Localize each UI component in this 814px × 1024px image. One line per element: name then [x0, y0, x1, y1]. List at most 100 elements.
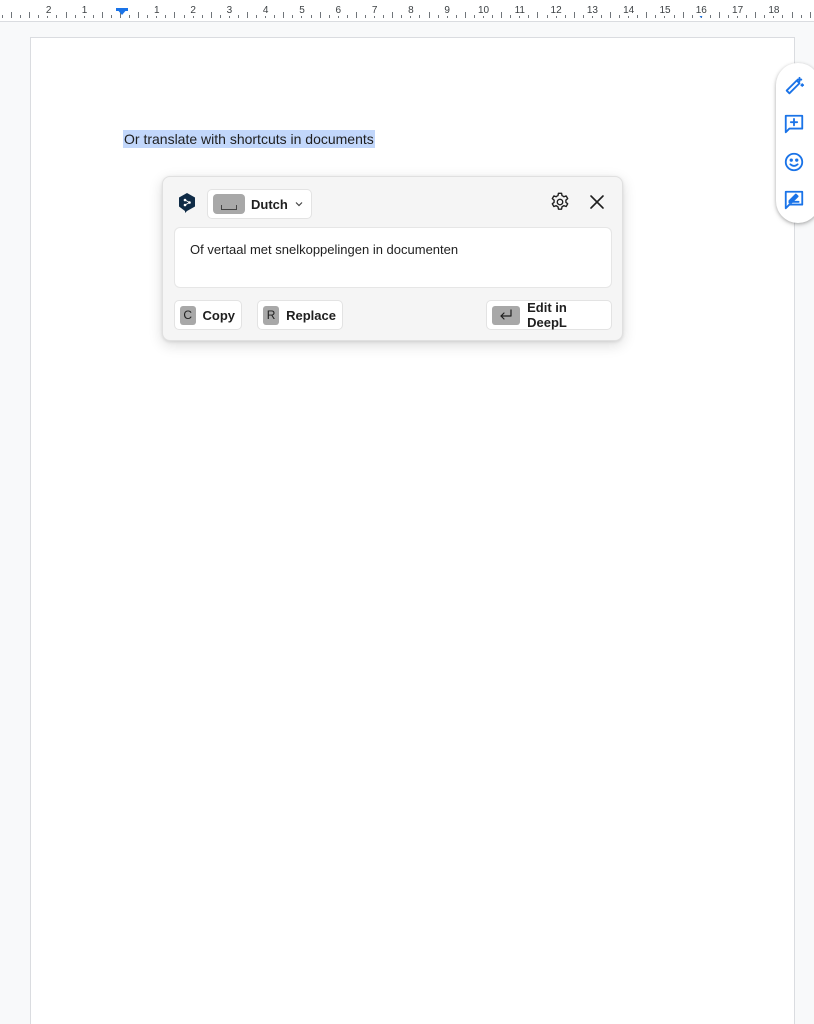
- ruler-tick: [219, 15, 221, 18]
- ruler-tick: [691, 15, 693, 18]
- ruler-tick: [610, 12, 612, 18]
- deepl-logo-icon: [179, 193, 195, 213]
- ruler-tick: [174, 12, 176, 18]
- ruler-tick: [165, 15, 167, 18]
- ruler-tick: [791, 12, 793, 18]
- ruler-label: 17: [731, 5, 745, 16]
- ruler-tick: [437, 15, 439, 18]
- emoji-icon: [784, 152, 804, 172]
- ruler-label: 7: [370, 5, 379, 16]
- ruler-tick: [492, 15, 494, 18]
- add-comment-icon: [784, 114, 804, 134]
- ruler-tick: [655, 15, 657, 18]
- ruler-tick: [237, 15, 239, 18]
- copy-button-label: Copy: [202, 307, 236, 323]
- ruler-tick: [310, 15, 312, 18]
- ruler-tick: [65, 12, 67, 18]
- ruler-tick: [201, 15, 203, 18]
- ruler-tick: [764, 15, 766, 18]
- ruler-tick: [510, 15, 512, 18]
- ruler-tick: [11, 12, 13, 18]
- ruler-tick: [528, 15, 530, 18]
- magic-pen-button[interactable]: [781, 73, 807, 99]
- enter-key-icon: [492, 305, 521, 325]
- ruler-tick: [546, 15, 548, 18]
- ruler-tick: [20, 15, 22, 18]
- translation-text: Of vertaal met snelkoppelingen in docume…: [190, 242, 459, 257]
- replace-button-label: Replace: [286, 307, 336, 323]
- replace-button[interactable]: R Replace: [257, 300, 343, 330]
- ruler-tick: [2, 15, 3, 18]
- ruler-label: 13: [585, 5, 599, 16]
- ruler-label: 1: [80, 5, 89, 16]
- ruler-tick: [401, 15, 403, 18]
- spacebar-key-icon: [213, 194, 245, 214]
- ruler-tick: [283, 12, 285, 18]
- close-icon[interactable]: [587, 192, 607, 212]
- ruler-tick: [582, 15, 584, 18]
- gear-icon[interactable]: [549, 191, 571, 213]
- ruler-tick: [619, 15, 621, 18]
- ruler-tick: [473, 15, 475, 18]
- ruler-label: 15: [658, 5, 672, 16]
- target-language-label: Dutch: [251, 196, 288, 212]
- ruler-tick: [110, 15, 112, 18]
- ruler-tick: [573, 12, 575, 18]
- ruler-tick: [101, 12, 103, 18]
- ruler-tick: [673, 15, 675, 18]
- ruler-label: 11: [513, 5, 526, 16]
- ruler-label: 12: [549, 5, 563, 16]
- ruler-tick: [292, 15, 294, 18]
- ruler-label: 14: [622, 5, 636, 16]
- selected-text[interactable]: Or translate with shortcuts in documents: [123, 130, 375, 148]
- copy-button[interactable]: C Copy: [174, 300, 242, 330]
- add-comment-button[interactable]: [781, 111, 807, 137]
- translation-result[interactable]: Of vertaal met snelkoppelingen in docume…: [174, 227, 612, 288]
- ruler-tick: [365, 15, 366, 18]
- ruler-tick: [74, 15, 76, 18]
- ruler-tick: [392, 12, 394, 18]
- ruler-tick: [809, 12, 811, 18]
- ruler-tick: [682, 12, 684, 18]
- ruler-label: 2: [189, 5, 197, 16]
- ruler-tick: [138, 12, 140, 18]
- edit-in-deepl-label: Edit in DeepL: [527, 300, 567, 330]
- horizontal-ruler[interactable]: 2 1 1 2 3 4 5 6 7 8 9 10 11 12 13 14 15 16 17 18: [0, 0, 814, 22]
- ruler-tick: [755, 12, 757, 18]
- ruler-tick: [728, 15, 729, 18]
- ruler-tick: [147, 15, 149, 18]
- ruler-tick: [718, 12, 720, 18]
- side-toolbar: [776, 63, 814, 223]
- ruler-tick: [600, 15, 602, 18]
- ruler-tick: [428, 12, 430, 18]
- ruler-label: 10: [476, 5, 491, 16]
- emoji-reaction-button[interactable]: [781, 149, 807, 175]
- ruler-tick: [637, 15, 639, 18]
- ruler-tick: [92, 15, 94, 18]
- chevron-down-icon: [295, 202, 303, 207]
- ruler-label: 18: [767, 5, 781, 16]
- ruler-label: 9: [443, 5, 451, 16]
- ruler-tick: [501, 12, 503, 18]
- ruler-tick: [328, 15, 330, 18]
- ruler-tick: [38, 15, 40, 18]
- ruler-label: 16: [694, 5, 708, 16]
- ruler-tick: [782, 15, 784, 18]
- ruler-label: 1: [153, 5, 161, 16]
- ruler-tick: [274, 15, 276, 18]
- ruler-tick: [56, 15, 58, 18]
- ruler-tick: [355, 12, 357, 18]
- magic-pen-icon: [785, 76, 805, 95]
- suggest-edit-icon: [784, 190, 804, 210]
- edit-in-deepl-button[interactable]: Edit in DeepL: [486, 300, 612, 330]
- replace-shortcut-key: R: [263, 305, 280, 325]
- ruler-label: 5: [298, 5, 306, 16]
- target-language-select[interactable]: Dutch: [207, 189, 312, 219]
- ruler-tick: [319, 12, 321, 18]
- ruler-label: 3: [225, 5, 234, 16]
- suggest-edit-button[interactable]: [781, 187, 807, 213]
- copy-shortcut-key: C: [180, 305, 196, 325]
- left-indent-marker[interactable]: [116, 8, 128, 15]
- ruler-tick: [129, 15, 131, 18]
- ruler-label: 2: [44, 5, 53, 16]
